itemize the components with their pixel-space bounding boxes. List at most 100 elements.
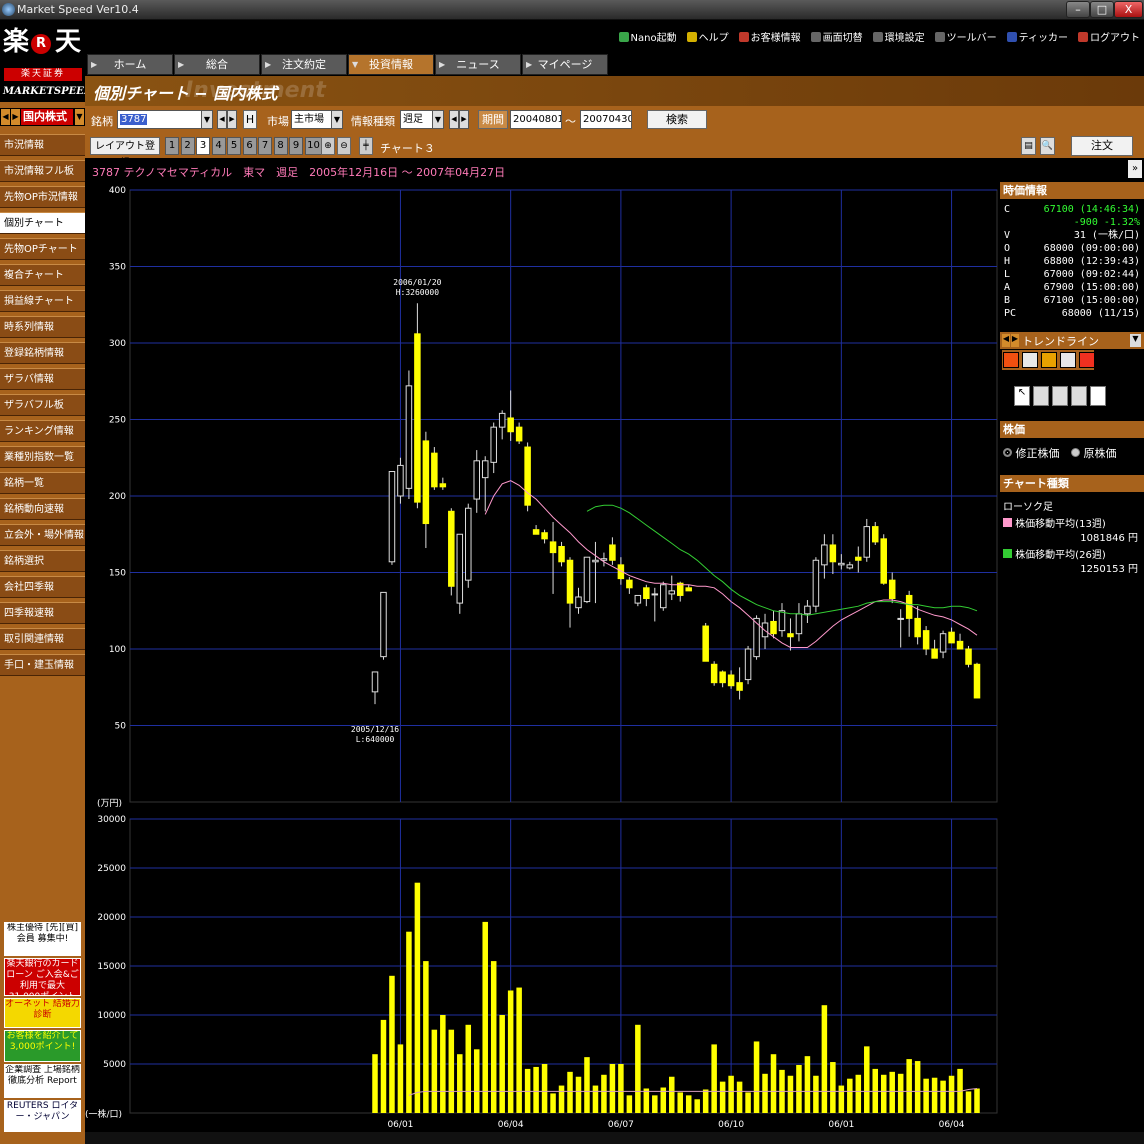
ad-card-loan[interactable]: 楽天銀行のカードローン ご入会&ご利用で最大 31,000ポイント進呈 (4, 958, 81, 996)
layout-page-button[interactable]: 10 (304, 137, 323, 155)
left-menu-item[interactable]: 取引関連情報 (0, 628, 85, 650)
left-menu-item[interactable]: ランキング情報 (0, 420, 85, 442)
layout-page-button[interactable]: 5 (227, 137, 241, 155)
text-tool-icon[interactable] (1060, 352, 1076, 368)
left-menu-item[interactable]: 業種別指数一覧 (0, 446, 85, 468)
h-button[interactable]: H (243, 110, 257, 129)
trendline-next-arrow[interactable]: ▶ (1011, 334, 1019, 347)
channel-tool-icon[interactable] (1022, 352, 1038, 368)
period-to-input[interactable]: 20070430 (580, 110, 632, 129)
layout-page-button[interactable]: 2 (180, 137, 195, 155)
arrow-tool-icon[interactable] (1079, 352, 1095, 368)
left-menu-item[interactable]: 立会外・場外情報 (0, 524, 85, 546)
zoom-in-icon[interactable]: ⊕ (321, 137, 335, 155)
market-select-arrow[interactable]: ▼ (331, 110, 343, 129)
layout-register-button[interactable]: レイアウト登録 (90, 137, 160, 169)
candle-body (702, 625, 709, 662)
info-prev-arrow[interactable]: ◀ (449, 110, 459, 129)
top-link[interactable]: 画面切替 (810, 29, 863, 44)
top-link[interactable]: ツールバー (934, 29, 997, 44)
crosshair-icon[interactable]: ╪ (359, 137, 373, 155)
left-menu-item[interactable]: 会社四季報 (0, 576, 85, 598)
trendline-prev-arrow[interactable]: ◀ (1002, 334, 1010, 347)
minimize-button[interactable]: – (1066, 1, 1090, 18)
candlestick-chart[interactable]: 400 350 300 250 200 150 100 50 (万円) 30000 25000 200… (85, 182, 1000, 1132)
nav-tab[interactable]: ▶ マイページ (522, 54, 608, 75)
left-menu-item[interactable]: 銘柄動向速報 (0, 498, 85, 520)
adjusted-price-radio[interactable] (1003, 448, 1012, 457)
nav-tab[interactable]: ▶ 注文約定 (261, 54, 347, 75)
line-tool-icon[interactable] (1003, 352, 1019, 368)
nav-tab[interactable]: ▶ ニュース (435, 54, 521, 75)
info-type-arrow[interactable]: ▼ (432, 110, 444, 129)
clear-all-icon[interactable] (1090, 386, 1106, 406)
market-next-arrow[interactable]: ▶ (11, 109, 20, 125)
top-link[interactable]: お客様情報 (738, 29, 801, 44)
layout-page-button[interactable]: 3 (196, 137, 210, 155)
left-menu-item[interactable]: 個別チャート (0, 212, 85, 234)
market-dropdown-arrow[interactable]: ▼ (75, 109, 84, 125)
order-button[interactable]: 注文 (1071, 136, 1133, 156)
left-menu-item[interactable]: 時系列情報 (0, 316, 85, 338)
quote-key: C (1004, 204, 1011, 215)
trendline-dropdown-arrow[interactable]: ▼ (1130, 334, 1141, 347)
left-menu-item[interactable]: 先物OPチャート (0, 238, 85, 260)
left-menu-item[interactable]: 銘柄選択 (0, 550, 85, 572)
left-menu-item[interactable]: 手口・建玉情報 (0, 654, 85, 676)
print-icon[interactable]: ▤ (1021, 137, 1036, 155)
top-link[interactable]: ティッカー (1006, 29, 1068, 44)
fibonacci-tool-icon[interactable] (1041, 352, 1057, 368)
preview-icon[interactable]: 🔍 (1040, 137, 1055, 155)
layout-page-button[interactable]: 7 (258, 137, 272, 155)
top-link[interactable]: 環境設定 (872, 29, 925, 44)
symbol-next-arrow[interactable]: ▶ (227, 110, 237, 129)
ad-company-research[interactable]: 企業調査 上場銘柄徹底分析 Report (4, 1064, 81, 1098)
symbol-input[interactable]: 3787 (117, 110, 213, 129)
left-menu-item[interactable]: 損益線チャート (0, 290, 85, 312)
zoom-out-icon[interactable]: ⊖ (337, 137, 351, 155)
left-menu-item[interactable]: 四季報速報 (0, 602, 85, 624)
nav-tab-label: 総合 (206, 58, 228, 71)
ad-membership[interactable]: 株主優待 [先][買]会員 募集中! (4, 922, 81, 956)
layout-page-button[interactable]: 6 (242, 137, 257, 155)
top-link[interactable]: ログアウト (1078, 29, 1140, 44)
nav-tab[interactable]: ▼ 投資情報 (348, 54, 434, 75)
search-button[interactable]: 検索 (647, 110, 707, 129)
layout-page-button[interactable]: 1 (165, 137, 179, 155)
left-menu-item[interactable]: 先物OP市況情報 (0, 186, 85, 208)
market-prev-arrow[interactable]: ◀ (1, 109, 10, 125)
layout-page-button[interactable]: 9 (289, 137, 303, 155)
raw-price-radio[interactable] (1071, 448, 1080, 457)
symbol-prev-arrow[interactable]: ◀ (217, 110, 227, 129)
left-menu-item[interactable]: ザラバフル板 (0, 394, 85, 416)
maximize-button[interactable]: □ (1090, 1, 1114, 18)
delete-icon[interactable] (1071, 386, 1087, 406)
left-menu-item[interactable]: 銘柄一覧 (0, 472, 85, 494)
close-button[interactable]: X (1114, 1, 1143, 18)
left-menu-item[interactable]: ザラバ情報 (0, 368, 85, 390)
info-next-arrow[interactable]: ▶ (459, 110, 469, 129)
copy-icon[interactable] (1033, 386, 1049, 406)
layout-page-button[interactable]: 8 (273, 137, 288, 155)
nav-tab[interactable]: ▶ 総合 (174, 54, 260, 75)
paste-icon[interactable] (1052, 386, 1068, 406)
volume-bar (431, 1029, 438, 1113)
volume-bar (762, 1073, 768, 1113)
nav-tab[interactable]: ▶ ホーム (87, 54, 173, 75)
pointer-icon[interactable]: ↖ (1014, 386, 1030, 406)
left-menu-item[interactable]: 登録銘柄情報 (0, 342, 85, 364)
top-link[interactable]: Nano起動 (618, 29, 677, 44)
left-menu-item[interactable]: 市況情報 (0, 134, 85, 156)
left-menu-item[interactable]: 複合チャート (0, 264, 85, 286)
period-from-input[interactable]: 20040801 (510, 110, 562, 129)
market-selector[interactable]: ◀ ▶ 国内株式 ▼ (0, 108, 85, 126)
ad-onet[interactable]: オーネット 結婚力診断 (4, 998, 81, 1028)
top-link[interactable]: ヘルプ (686, 29, 729, 44)
market-selector-value[interactable]: 国内株式 (21, 109, 73, 125)
layout-page-button[interactable]: 4 (211, 137, 226, 155)
symbol-dropdown-arrow[interactable]: ▼ (201, 110, 213, 129)
ad-reuters[interactable]: REUTERS ロイター・ジャパン (4, 1100, 81, 1132)
left-menu-item[interactable]: 市況情報フル板 (0, 160, 85, 182)
expand-panel-icon[interactable]: » (1128, 160, 1142, 178)
ad-referral[interactable]: お客様を紹介して 3,000ポイント! (4, 1030, 81, 1062)
